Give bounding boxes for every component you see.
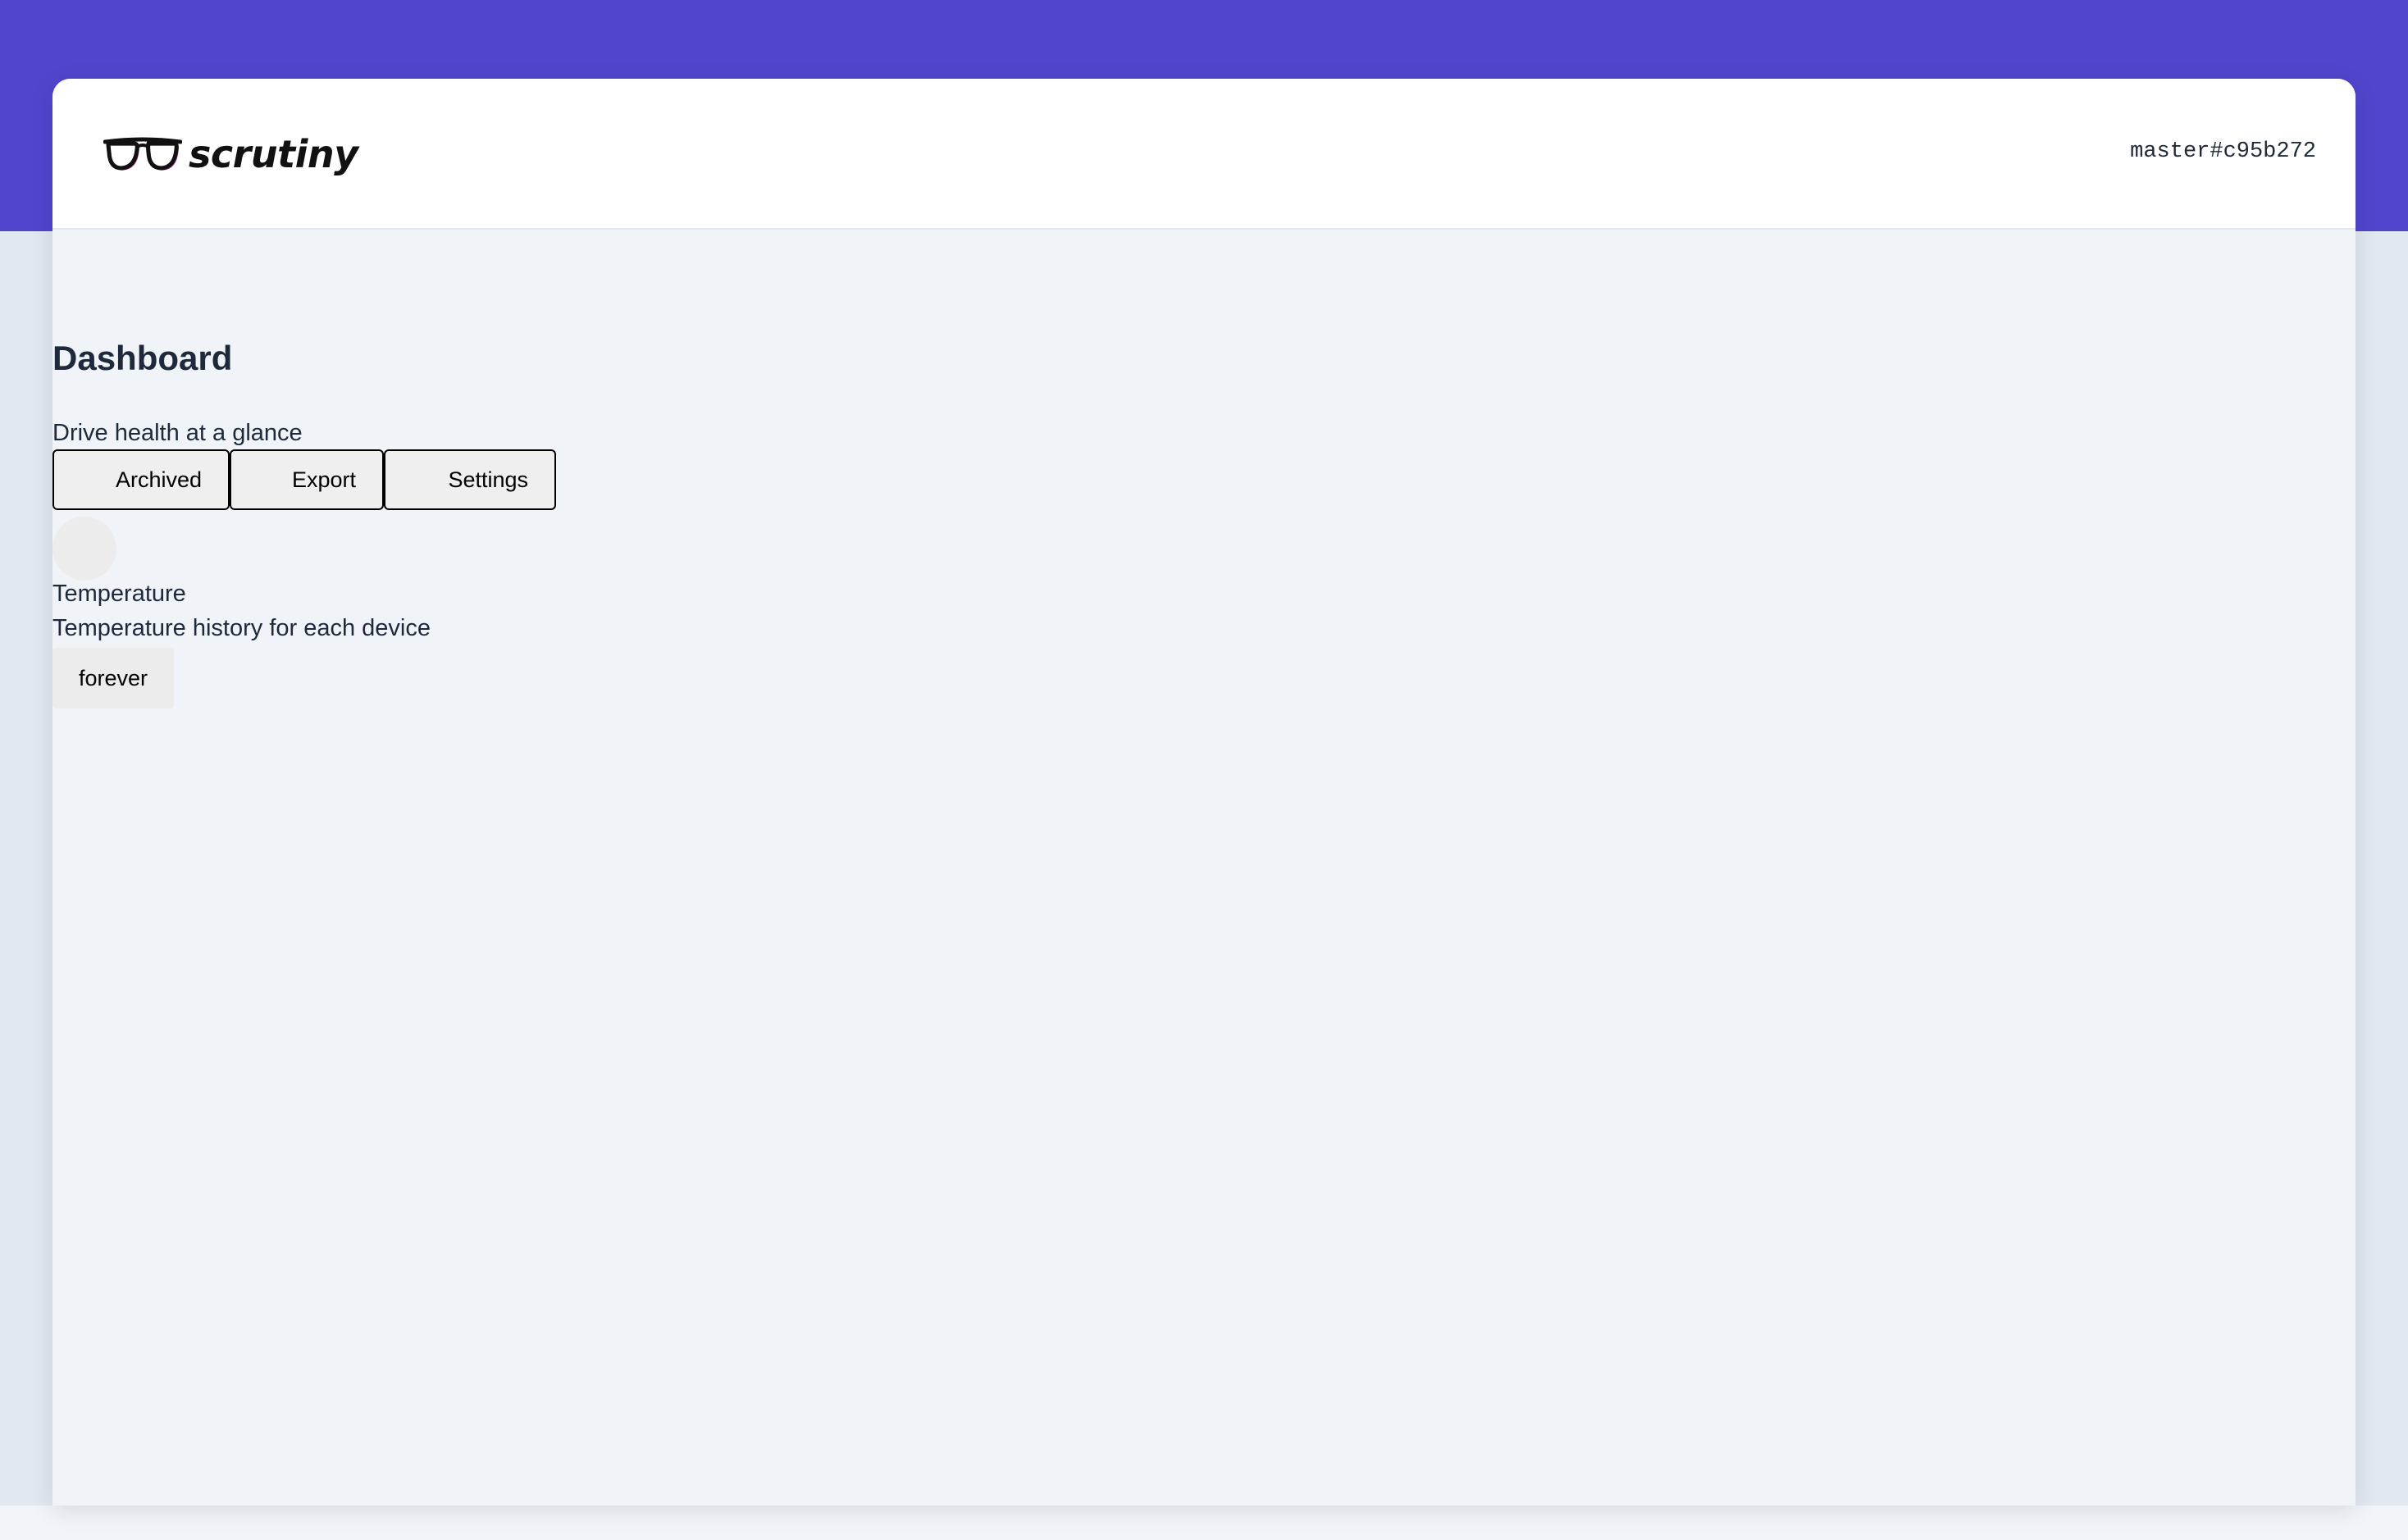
page-subtitle: Drive health at a glance [52,420,303,446]
temperature-title: Temperature [52,581,186,607]
page-title: Dashboard [52,339,233,377]
archived-button[interactable]: Archived [52,449,230,510]
round-icon-button[interactable] [52,517,116,581]
export-button[interactable]: Export [230,449,384,510]
dashboard-actions: Archived Export Settings [52,449,556,510]
temperature-subtitle: Temperature history for each device [52,615,431,641]
glasses-icon [103,134,182,174]
app-name: scrutiny [189,132,358,176]
temperature-range-button[interactable]: forever [52,648,174,708]
app-frame: scrutiny master#c95b272 Dashboard Drive … [52,79,2356,1506]
app-header: scrutiny master#c95b272 [52,79,2356,230]
page-footer-strip [0,1506,2408,1540]
version-label: master#c95b272 [2130,139,2316,164]
settings-button[interactable]: Settings [384,449,556,510]
app-logo[interactable]: scrutiny [103,128,358,180]
